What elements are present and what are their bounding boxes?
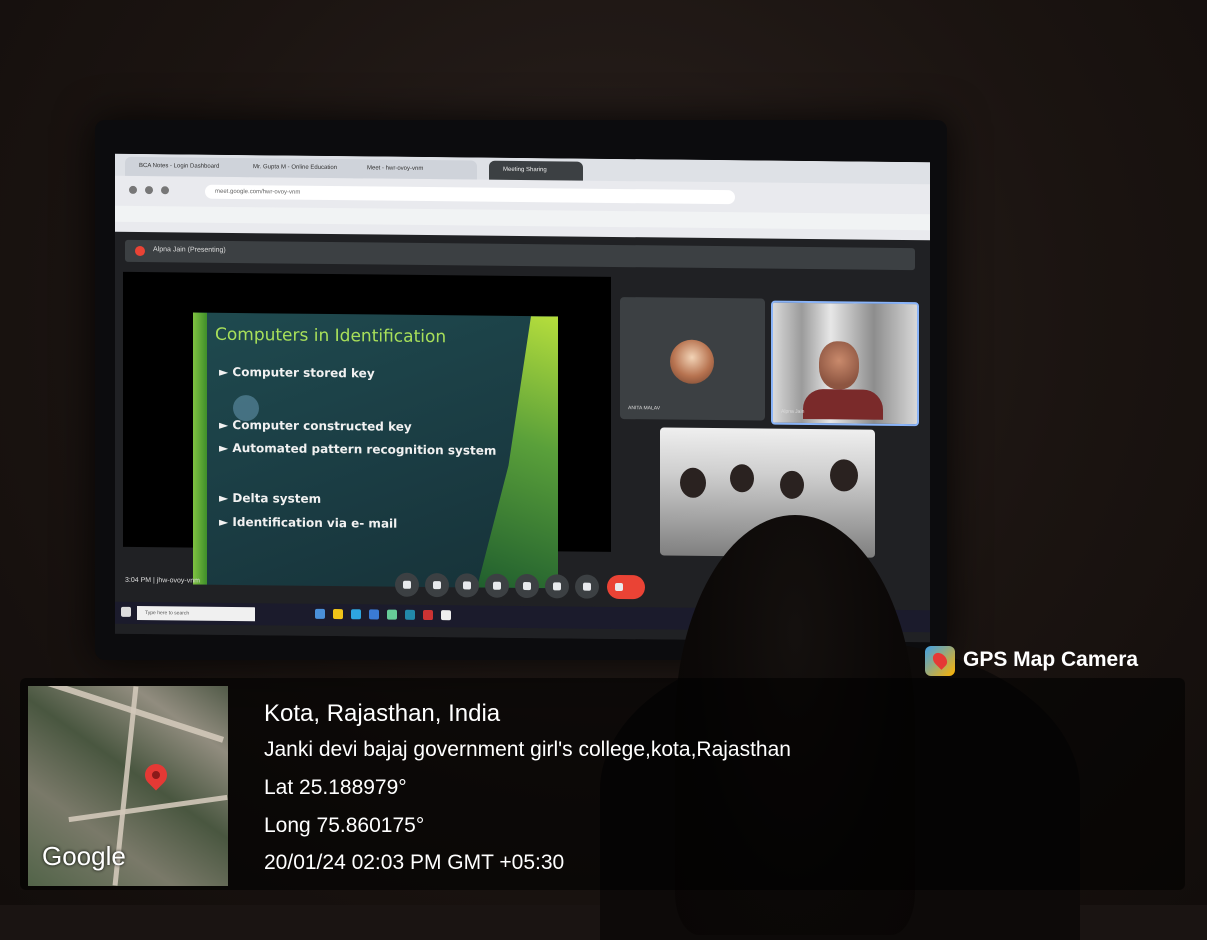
gps-location: Kota, Rajasthan, India [264,700,501,727]
gps-brand-text: GPS Map Camera [963,648,1139,671]
bullet-marker: ► [219,417,229,432]
gps-datetime: 20/01/24 02:03 PM GMT +05:30 [264,851,565,874]
present-button[interactable] [515,573,539,599]
participant-face [819,341,859,390]
screen-share-frame: Computers in Identification ► Computer s… [123,271,611,589]
slide-title: Computers in Identification [215,324,447,348]
slide-bullet: ► Identification via e- mail [219,515,397,531]
more-options-button[interactable] [575,574,599,599]
bullet-text: Automated pattern recognition system [232,440,497,458]
bullet-marker: ► [219,514,229,529]
student-head [680,467,706,498]
taskbar-app-icon[interactable] [441,610,451,621]
slide: Computers in Identification ► Computer s… [193,312,558,589]
bullet-text: Computer stored key [232,364,375,381]
browser-tab-active[interactable]: Meeting Sharing [489,160,583,181]
bullet-text: Delta system [232,490,322,506]
taskbar-app-icon[interactable] [315,608,325,619]
taskbar-app-icon[interactable] [387,609,397,620]
taskbar-app-icon[interactable] [423,609,433,621]
bullet-marker: ► [219,440,229,455]
reload-icon[interactable] [161,186,169,195]
map-road [68,794,228,823]
student-head [730,464,754,493]
google-watermark: Google [42,841,126,871]
bookmarks-bar [115,205,930,231]
slide-bullet: ► Delta system [219,491,321,506]
gps-longitude: Long 75.860175° [264,814,425,837]
participant-avatar [670,339,714,385]
student-head [780,470,804,499]
participant-shirt [803,388,883,420]
slide-bullet: ► Computer constructed key [219,418,412,434]
slide-bullet: ► Automated pattern recognition system [219,441,496,458]
participant-video-tile[interactable]: Alpna Jain [771,300,919,427]
participant-name: ANITA MALAV [628,405,661,412]
bullet-text: Identification via e- mail [232,514,398,531]
gps-address: Janki devi bajaj government girl's colle… [264,738,791,761]
participant-tile[interactable]: ANITA MALAV [620,297,765,421]
browser-tab[interactable]: Meet - hwr-ovoy-vnm [353,159,477,180]
camera-button[interactable] [425,572,449,598]
mic-button[interactable] [395,572,419,597]
slide-bullet: ► Computer stored key [219,365,375,381]
map-thumbnail: Google [28,686,228,886]
taskbar-app-icon[interactable] [351,609,361,620]
captions-button[interactable] [455,573,479,598]
participant-name: Alpna Jain [781,408,805,415]
bullet-text: Computer constructed key [232,417,412,434]
presenting-icon [135,245,145,257]
bullet-marker: ► [219,364,229,379]
student-head [830,459,858,492]
slide-accent-left [193,312,207,585]
taskbar-search[interactable]: Type here to search [137,605,255,622]
back-icon[interactable] [129,185,137,194]
browser-chrome: BCA Notes - Login Dashboard Mr. Gupta M … [115,153,930,243]
browser-tab[interactable]: Mr. Gupta M - Online Education [239,158,363,179]
bullet-marker: ► [219,490,229,505]
emoji-button[interactable] [485,573,509,598]
taskbar-app-icon[interactable] [405,609,415,620]
taskbar-app-icon[interactable] [333,609,343,620]
meeting-time-code: 3:04 PM | jhw-ovoy-vnm [125,576,200,585]
presenting-label: Alpna Jain (Presenting) [153,246,226,254]
address-bar[interactable]: meet.google.com/hwr-ovoy-vnm [205,184,735,205]
gps-map-camera-icon [925,646,955,676]
browser-tab[interactable]: BCA Notes - Login Dashboard [125,156,249,178]
forward-icon[interactable] [145,186,153,195]
start-icon[interactable] [121,606,131,617]
presenting-bar: Alpna Jain (Presenting) [125,239,915,271]
map-pin-icon [140,759,172,791]
gps-latitude: Lat 25.188979° [264,776,407,799]
taskbar-app-icon[interactable] [369,609,379,620]
end-call-button[interactable] [607,574,645,600]
raise-hand-button[interactable] [545,574,569,599]
